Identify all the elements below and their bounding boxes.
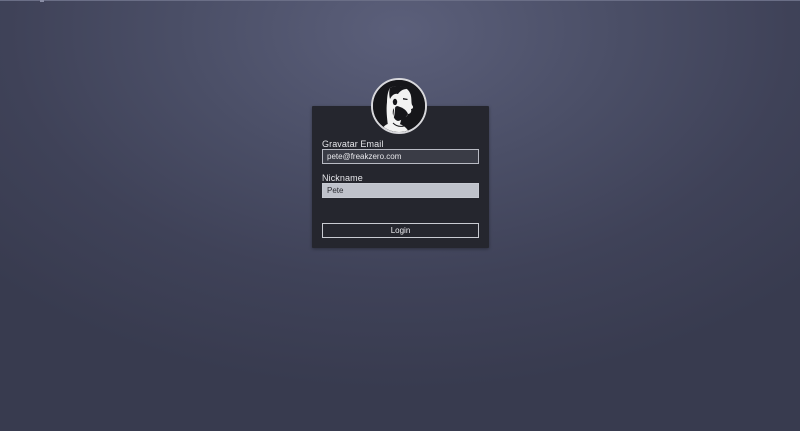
avatar: [371, 78, 427, 134]
nickname-field[interactable]: [322, 183, 479, 198]
email-label: Gravatar Email: [322, 139, 384, 149]
corner-mark: [40, 0, 44, 2]
login-button[interactable]: Login: [322, 223, 479, 238]
bearded-man-profile-icon: [373, 80, 425, 132]
window-top-edge: [0, 0, 800, 1]
nickname-label: Nickname: [322, 173, 363, 183]
email-field[interactable]: [322, 149, 479, 164]
